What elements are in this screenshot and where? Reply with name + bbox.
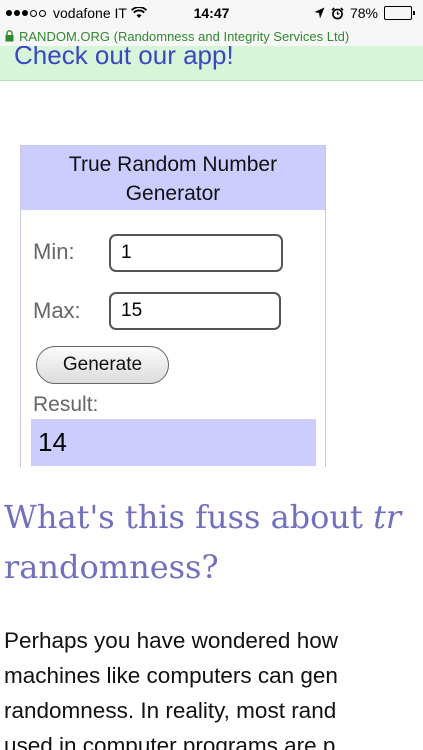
generate-button[interactable]: Generate <box>36 346 169 384</box>
min-input[interactable] <box>109 234 283 272</box>
address-text: RANDOM.ORG (Randomness and Integrity Ser… <box>19 28 350 44</box>
heading-line2: randomness? <box>4 548 219 586</box>
result-value: 14 <box>31 419 316 466</box>
heading-line1-italic: tr <box>373 498 402 536</box>
status-bar: vodafone IT 14:47 78% <box>0 0 423 26</box>
widget-title: True Random Number Generator <box>21 146 325 210</box>
widget-title-line2: Generator <box>125 182 221 205</box>
widget-title-line1: True Random Number <box>68 153 278 176</box>
max-input[interactable] <box>109 292 281 330</box>
article-body: Perhaps you have wondered how machines l… <box>4 623 423 750</box>
address-bar[interactable]: RANDOM.ORG (Randomness and Integrity Ser… <box>0 26 423 46</box>
status-right: 78% <box>314 5 415 21</box>
alarm-clock-icon <box>331 6 344 19</box>
battery-icon <box>384 6 415 20</box>
body-line: randomness. In reality, most rand <box>4 698 337 723</box>
lock-icon <box>5 30 14 42</box>
min-label: Min: <box>33 239 75 264</box>
random-number-generator-widget: True Random Number Generator Min: Max: G… <box>20 145 326 467</box>
app-banner[interactable]: Check out our app! <box>0 46 423 81</box>
body-line: Perhaps you have wondered how <box>4 628 338 653</box>
article-heading: What's this fuss about tr randomness? <box>4 492 423 592</box>
result-label: Result: <box>33 393 99 416</box>
max-label: Max: <box>33 298 81 323</box>
body-line: used in computer programs are p <box>4 733 336 750</box>
heading-line1-text: What's this fuss about <box>4 498 374 536</box>
browser-page: vodafone IT 14:47 78% RANDOM.ORG (Random… <box>0 0 423 750</box>
app-banner-link[interactable]: Check out our app! <box>14 46 234 71</box>
body-line: machines like computers can gen <box>4 663 338 688</box>
battery-percent: 78% <box>349 5 378 21</box>
location-arrow-icon <box>314 7 325 19</box>
